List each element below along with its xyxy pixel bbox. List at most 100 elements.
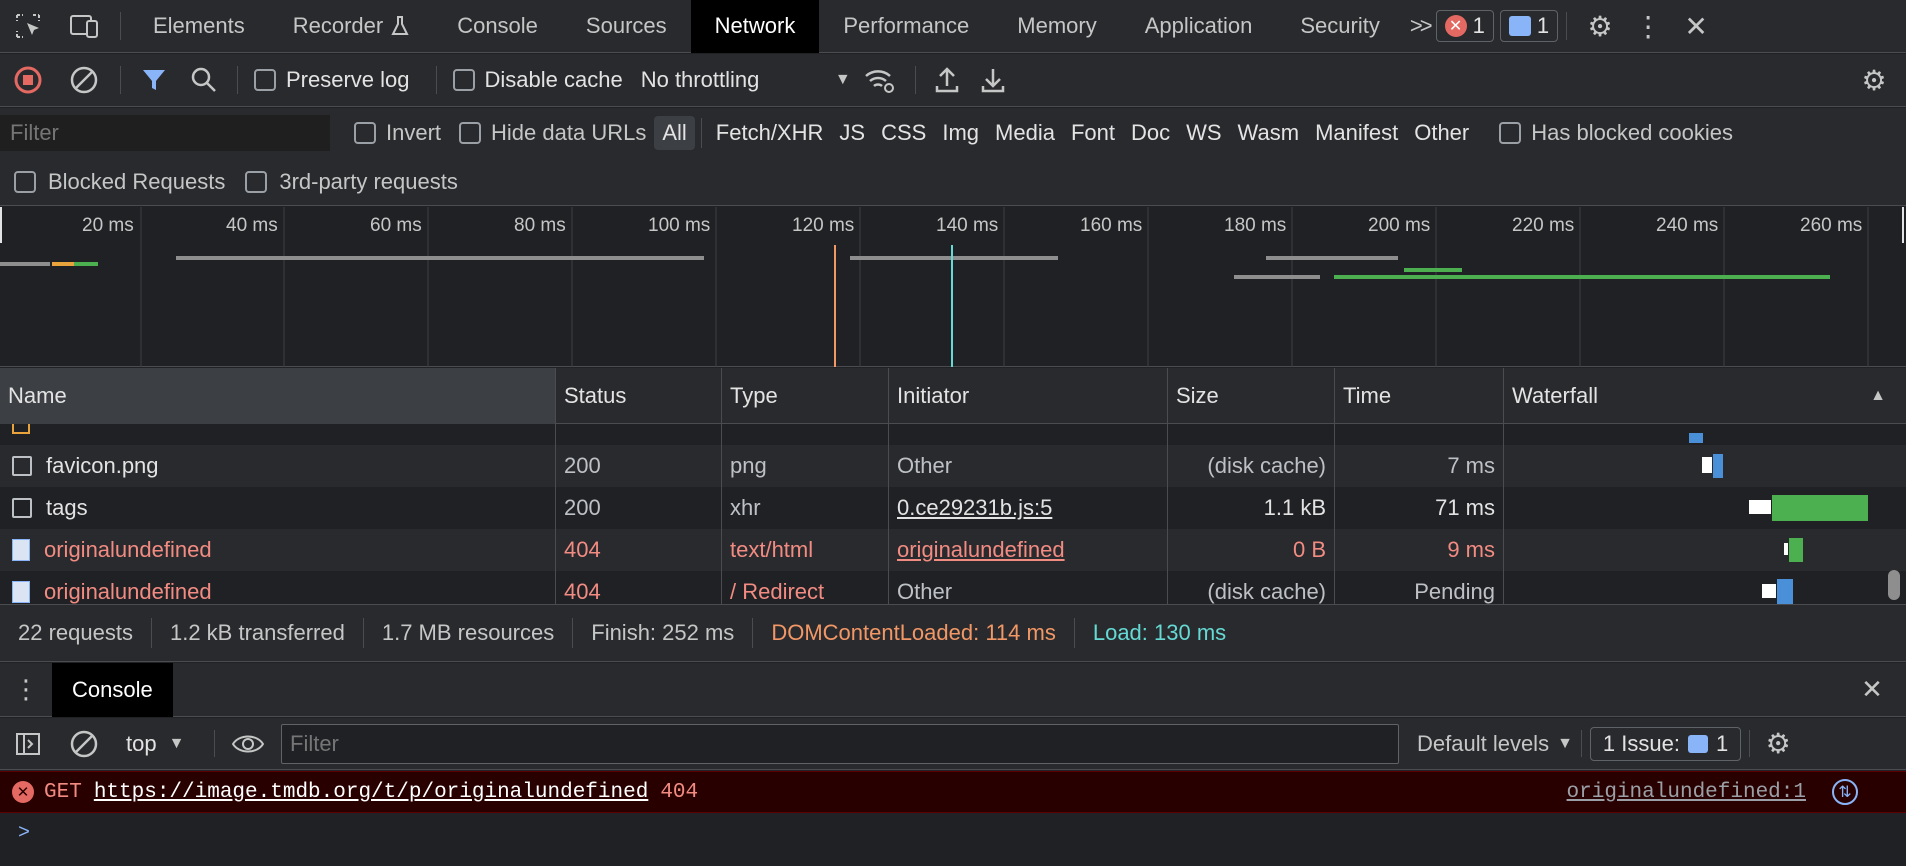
filter-type-js[interactable]: JS	[831, 116, 873, 150]
error-icon: ✕	[12, 781, 34, 803]
size-text: 1.1 kB	[1263, 495, 1326, 520]
tab-console[interactable]: Console	[433, 0, 562, 53]
tick-label: 160 ms	[1080, 215, 1143, 236]
requests-table-body: favicon.png 200 png Other (disk cache) 7…	[0, 424, 1906, 604]
import-har-icon[interactable]	[924, 54, 970, 107]
column-header-name[interactable]: Name	[0, 367, 556, 424]
column-header-size[interactable]: Size	[1168, 367, 1335, 424]
has-blocked-cookies-checkbox[interactable]	[1499, 122, 1522, 144]
filter-type-manifest[interactable]: Manifest	[1307, 116, 1406, 150]
drawer-tab-bar: ⋮ Console ✕	[0, 662, 1906, 717]
column-header-waterfall[interactable]: Waterfall ▲	[1504, 368, 1906, 424]
tab-security[interactable]: Security	[1276, 0, 1403, 53]
table-row[interactable]: tags 200 xhr 0.ce29231b.js:5 1.1 kB 71 m…	[0, 487, 1906, 529]
waterfall-bar	[1789, 538, 1803, 562]
filter-input[interactable]	[0, 115, 330, 151]
cell-time	[1335, 424, 1504, 445]
live-expression-eye-icon[interactable]	[223, 718, 273, 770]
column-header-initiator[interactable]: Initiator	[889, 367, 1168, 424]
filter-type-fetch-xhr[interactable]: Fetch/XHR	[708, 116, 832, 150]
tick-label: 120 ms	[792, 215, 855, 236]
table-scrollbar-thumb[interactable]	[1888, 570, 1900, 600]
error-source-link[interactable]: originalundefined:1	[1567, 781, 1806, 804]
filter-funnel-icon[interactable]	[129, 54, 179, 107]
tab-performance[interactable]: Performance	[819, 0, 993, 53]
network-conditions-icon[interactable]	[851, 54, 907, 107]
header-label: Initiator	[897, 382, 970, 408]
filter-bar-secondary: Blocked Requests 3rd-party requests	[0, 158, 1906, 206]
console-prompt[interactable]: >	[0, 813, 1906, 853]
kebab-menu-icon[interactable]: ⋮	[1625, 0, 1671, 53]
sidebar-toggle-icon[interactable]	[0, 718, 56, 770]
filter-type-ws[interactable]: WS	[1178, 116, 1229, 150]
filter-type-all[interactable]: All	[654, 116, 695, 150]
context-select[interactable]: top ▼	[126, 731, 206, 757]
close-devtools-icon[interactable]: ✕	[1671, 0, 1721, 53]
cell-type: xhr	[722, 487, 889, 529]
tab-label: Memory	[1017, 13, 1097, 38]
header-label: Waterfall	[1512, 382, 1598, 408]
initiator-text: Other	[897, 453, 953, 478]
table-row[interactable]	[0, 424, 1906, 445]
settings-gear-icon[interactable]: ⚙	[1575, 0, 1625, 53]
filter-type-font[interactable]: Font	[1063, 116, 1123, 150]
filter-type-css[interactable]: CSS	[873, 116, 934, 150]
error-url-link[interactable]: https://image.tmdb.org/t/p/originalundef…	[94, 781, 649, 804]
tick-label: 40 ms	[226, 215, 278, 236]
tab-recorder[interactable]: Recorder	[269, 0, 433, 53]
tab-sources[interactable]: Sources	[562, 0, 691, 53]
invert-checkbox[interactable]	[354, 122, 376, 144]
table-row[interactable]: originalundefined 404 text/html original…	[0, 529, 1906, 571]
network-toolbar: Preserve log Disable cache No throttling…	[0, 54, 1906, 107]
clear-console-icon[interactable]	[56, 718, 112, 770]
record-stop-icon[interactable]	[0, 54, 56, 107]
cell-waterfall	[1504, 529, 1906, 571]
tab-network[interactable]: Network	[690, 0, 820, 53]
tick-label: 140 ms	[936, 215, 999, 236]
filter-type-img[interactable]: Img	[934, 116, 987, 150]
tab-memory[interactable]: Memory	[993, 0, 1120, 53]
preserve-log-checkbox[interactable]	[254, 69, 276, 91]
tick-label: 260 ms	[1800, 215, 1863, 236]
column-header-type[interactable]: Type	[722, 367, 889, 424]
tab-elements[interactable]: Elements	[129, 0, 269, 53]
network-overview[interactable]: 20 ms 40 ms 60 ms 80 ms 100 ms 120 ms 14…	[0, 207, 1906, 367]
table-row[interactable]: favicon.png 200 png Other (disk cache) 7…	[0, 445, 1906, 487]
message-count-badge[interactable]: 1	[1499, 10, 1559, 42]
column-header-time[interactable]: Time	[1335, 367, 1504, 424]
clear-icon[interactable]	[56, 54, 112, 107]
filter-type-doc[interactable]: Doc	[1123, 116, 1178, 150]
drawer-menu-icon[interactable]: ⋮	[0, 663, 52, 717]
export-har-icon[interactable]	[970, 54, 1016, 107]
close-drawer-icon[interactable]: ✕	[1854, 663, 1890, 717]
log-levels-select[interactable]: Default levels ▼	[1417, 731, 1573, 757]
network-settings-gear-icon[interactable]: ⚙	[1854, 54, 1894, 107]
inspect-element-icon[interactable]	[0, 0, 56, 53]
console-settings-gear-icon[interactable]: ⚙	[1758, 718, 1798, 770]
filter-type-other[interactable]: Other	[1406, 116, 1477, 150]
drawer-tab-console[interactable]: Console	[52, 662, 173, 717]
blocked-requests-checkbox[interactable]	[14, 170, 36, 193]
disable-cache-checkbox[interactable]	[452, 69, 475, 91]
filter-type-media[interactable]: Media	[987, 116, 1063, 150]
overview-ticks: 20 ms 40 ms 60 ms 80 ms 100 ms 120 ms 14…	[0, 207, 1906, 243]
error-count-badge[interactable]: ✕ 1	[1435, 10, 1494, 42]
issues-button[interactable]: 1 Issue: 1	[1589, 726, 1742, 761]
console-filter-input[interactable]	[281, 723, 1399, 764]
tick-label: 80 ms	[514, 215, 566, 236]
throttling-select[interactable]: No throttling ▼	[641, 67, 851, 93]
has-blocked-cookies-label: Has blocked cookies	[1531, 120, 1734, 145]
third-party-checkbox[interactable]	[245, 170, 268, 193]
search-icon[interactable]	[179, 54, 229, 107]
tab-application[interactable]: Application	[1121, 0, 1277, 53]
header-label: Status	[564, 382, 627, 408]
more-tabs-button[interactable]: >>	[1410, 13, 1433, 39]
network-request-icon[interactable]: ⇅	[1832, 779, 1858, 805]
filter-type-wasm[interactable]: Wasm	[1230, 116, 1308, 150]
column-header-status[interactable]: Status	[556, 367, 722, 424]
hide-data-urls-checkbox[interactable]	[459, 122, 482, 144]
table-row[interactable]: originalundefined 404 / Redirect Other (…	[0, 571, 1906, 604]
initiator-link[interactable]: originalundefined	[897, 537, 1065, 563]
initiator-link[interactable]: 0.ce29231b.js:5	[897, 495, 1052, 521]
device-toolbar-icon[interactable]	[56, 0, 112, 53]
